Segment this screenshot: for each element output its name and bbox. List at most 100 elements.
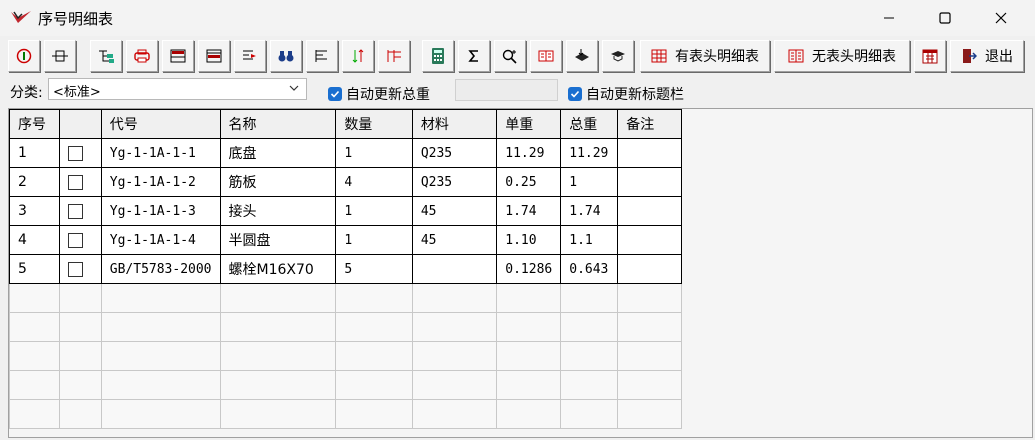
col-header-total-weight[interactable]: 总重 (560, 109, 619, 139)
empty-cell[interactable] (219, 370, 337, 400)
tree-button[interactable] (90, 40, 122, 72)
empty-cell[interactable] (100, 312, 221, 342)
no-header-table-button[interactable]: 无表头明细表 (774, 40, 910, 72)
empty-cell[interactable] (560, 370, 619, 400)
empty-cell[interactable] (9, 399, 60, 429)
empty-cell[interactable] (100, 283, 221, 313)
cell-code[interactable]: Yg-1-1A-1-1 (100, 138, 221, 168)
row-checkbox[interactable] (67, 203, 83, 219)
empty-cell[interactable] (58, 312, 102, 342)
col-header-code[interactable]: 代号 (100, 109, 221, 139)
cell-remark[interactable] (617, 254, 682, 284)
align-button[interactable] (306, 40, 338, 72)
cell-name[interactable]: 接头 (219, 196, 337, 226)
empty-cell[interactable] (617, 283, 682, 313)
empty-cell[interactable] (335, 370, 413, 400)
row-checkbox[interactable] (67, 232, 83, 248)
cell-unit-weight[interactable]: 1.74 (496, 196, 562, 226)
cell-unit-weight[interactable]: 0.25 (496, 167, 562, 197)
total-weight-field[interactable] (455, 79, 558, 101)
cell-material[interactable]: 45 (411, 225, 498, 255)
zoom-button[interactable] (494, 40, 526, 72)
cell-unit-weight[interactable]: 1.10 (496, 225, 562, 255)
empty-cell[interactable] (9, 341, 60, 371)
cell-code[interactable]: Yg-1-1A-1-2 (100, 167, 221, 197)
cell-check[interactable] (58, 138, 102, 168)
cell-seq[interactable]: 5 (9, 254, 60, 284)
empty-cell[interactable] (496, 370, 562, 400)
empty-cell[interactable] (411, 341, 498, 371)
empty-cell[interactable] (335, 399, 413, 429)
empty-cell[interactable] (58, 370, 102, 400)
cell-qty[interactable]: 4 (335, 167, 413, 197)
with-header-table-button[interactable]: 有表头明细表 (640, 40, 770, 72)
cell-total-weight[interactable]: 1 (560, 167, 619, 197)
cell-material[interactable]: Q235 (411, 138, 498, 168)
cell-seq[interactable]: 1 (9, 138, 60, 168)
detail-table-grid[interactable]: 序号 代号 名称 数量 材料 单重 总重 备注 1 Yg-1-1A-1-1 底盘… (8, 108, 1033, 438)
cell-remark[interactable] (617, 167, 682, 197)
empty-cell[interactable] (617, 341, 682, 371)
cell-material[interactable]: 45 (411, 196, 498, 226)
calculator-button[interactable] (422, 40, 454, 72)
empty-cell[interactable] (617, 312, 682, 342)
table-row[interactable]: 2 Yg-1-1A-1-2 筋板 4 Q235 0.25 1 (9, 167, 1032, 197)
auto-update-total-checkbox[interactable]: 自动更新总重 (328, 84, 430, 104)
cell-name[interactable]: 半圆盘 (219, 225, 337, 255)
cell-check[interactable] (58, 167, 102, 197)
cell-total-weight[interactable]: 1.1 (560, 225, 619, 255)
cell-check[interactable] (58, 196, 102, 226)
empty-cell[interactable] (100, 341, 221, 371)
row-checkbox[interactable] (67, 145, 83, 161)
cell-total-weight[interactable]: 0.643 (560, 254, 619, 284)
cell-code[interactable]: Yg-1-1A-1-3 (100, 196, 221, 226)
empty-cell[interactable] (335, 283, 413, 313)
empty-cell[interactable] (617, 399, 682, 429)
sort-button[interactable] (342, 40, 374, 72)
empty-cell[interactable] (560, 341, 619, 371)
cell-seq[interactable]: 4 (9, 225, 60, 255)
empty-row[interactable] (9, 283, 1032, 313)
cell-qty[interactable]: 1 (335, 138, 413, 168)
empty-cell[interactable] (560, 399, 619, 429)
column-settings-button[interactable] (378, 40, 410, 72)
print-button[interactable] (126, 40, 158, 72)
sum-button[interactable] (458, 40, 490, 72)
find-button[interactable] (270, 40, 302, 72)
col-header-check[interactable] (58, 109, 102, 139)
col-header-seq[interactable]: 序号 (9, 109, 60, 139)
cell-code[interactable]: GB/T5783-2000 (100, 254, 221, 284)
info-button[interactable] (8, 40, 40, 72)
cell-material[interactable] (411, 254, 498, 284)
table-row[interactable]: 3 Yg-1-1A-1-3 接头 1 45 1.74 1.74 (9, 196, 1032, 226)
cell-code[interactable]: Yg-1-1A-1-4 (100, 225, 221, 255)
row-checkbox[interactable] (67, 174, 83, 190)
empty-cell[interactable] (219, 341, 337, 371)
cell-unit-weight[interactable]: 11.29 (496, 138, 562, 168)
empty-cell[interactable] (411, 312, 498, 342)
empty-cell[interactable] (496, 399, 562, 429)
calendar-button[interactable] (914, 40, 946, 72)
empty-cell[interactable] (335, 341, 413, 371)
indent-button[interactable] (234, 40, 266, 72)
empty-cell[interactable] (58, 399, 102, 429)
empty-row[interactable] (9, 341, 1032, 371)
empty-cell[interactable] (496, 283, 562, 313)
hat-button[interactable] (602, 40, 634, 72)
empty-cell[interactable] (100, 399, 221, 429)
row-checkbox[interactable] (67, 261, 83, 277)
minimize-button[interactable] (866, 0, 912, 36)
empty-cell[interactable] (219, 399, 337, 429)
maximize-button[interactable] (922, 0, 968, 36)
cell-name[interactable]: 底盘 (219, 138, 337, 168)
col-header-name[interactable]: 名称 (219, 109, 337, 139)
cell-check[interactable] (58, 225, 102, 255)
empty-cell[interactable] (9, 312, 60, 342)
cell-check[interactable] (58, 254, 102, 284)
cell-qty[interactable]: 5 (335, 254, 413, 284)
empty-cell[interactable] (9, 370, 60, 400)
insert-row-button[interactable] (44, 40, 76, 72)
category-select[interactable]: <标准> (48, 78, 307, 100)
book-button[interactable] (530, 40, 562, 72)
cell-qty[interactable]: 1 (335, 196, 413, 226)
